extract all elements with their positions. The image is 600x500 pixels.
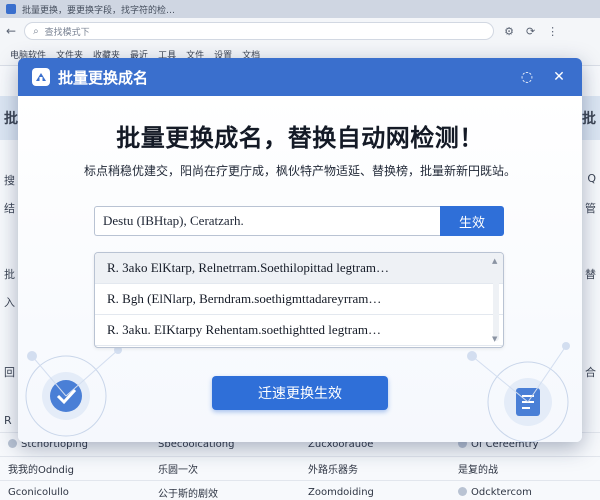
dialog-title: 批量更换成名 [58,68,149,87]
dialog-description: 标点稍稳优建交，阳尚在疗更庁成，枫伙特产物适延、替换榜，批量新新円既站。 [83,164,516,178]
table-cell: Gconicolullo [8,487,69,498]
background-table: Stchortloping Sbecoolcationg Zucxoorauoe… [0,432,600,500]
table-row[interactable]: 我我的Odndig 乐圆一次 外路乐器务 是复的战 [0,456,600,480]
results-list: R. 3ako ElKtarp, Relnetrram.Soethilopitt… [94,252,504,348]
table-cell: 乐圆一次 [158,465,198,476]
dialog-body: 批量更换成名，替换自动网检测！ 标点稍稳优建交，阳尚在疗更庁成，枫伙特产物适延、… [18,96,582,442]
browser-tab-title[interactable]: 批量更换，要更换字段，找字符的检… [22,3,175,16]
table-cell: 公于斯的剧效 [158,489,218,500]
apply-replace-button[interactable]: 迁速更换生效 [212,376,388,410]
bg-left-label: 回 [4,366,15,379]
browser-tab-bar: 批量更换，要更换字段，找字符的检… [0,0,600,18]
list-scrollbar[interactable]: ▲ ▼ [492,257,499,343]
apply-search-button[interactable]: 生效 [440,206,504,236]
dialog-headline: 批量更换成名，替换自动网检测！ [116,124,484,152]
address-text: 查找模式下 [44,27,90,38]
bg-left-label: 批 [4,268,15,281]
list-item[interactable]: R. 3aku. EIKtarpy Rehentam.soethightted … [95,315,503,346]
scroll-up-icon[interactable]: ▲ [492,257,497,265]
address-bar[interactable]: ⌕ 查找模式下 [24,22,495,40]
bg-right-label: 批 [582,111,596,127]
list-item[interactable]: R. 3ako ElKtarp, Relnetrram.Soethilopitt… [95,253,503,284]
table-cell: Odcktercom [471,487,532,498]
extension-icon[interactable]: ⚙ [504,25,514,38]
table-cell: 外路乐器务 [308,465,358,476]
app-icon [6,4,16,14]
row-dot-icon [458,487,467,496]
table-cell: 我我的Odndig [8,465,75,476]
search-input[interactable] [94,206,440,236]
bg-right-label: 替 [585,268,596,281]
back-arrow-icon[interactable]: ← [6,24,16,38]
table-cell: 是复的战 [458,465,498,476]
app-logo-icon [32,68,50,86]
bg-left-label: 结 [4,202,15,215]
search-icon: ⌕ [33,25,39,37]
list-item[interactable]: R. Bgh (ElNlarp, Berndram.soethigmttadar… [95,284,503,315]
dialog-header: 批量更换成名 ◌ ✕ [18,58,582,96]
scroll-down-icon[interactable]: ▼ [492,335,497,343]
address-bar-row: ← ⌕ 查找模式下 ⚙ ⟳ ⋮ [0,18,600,44]
batch-replace-dialog: 批量更换成名 ◌ ✕ 批量更换成名，替换自动网检测！ 标点稍稳优建交，阳尚在疗更… [18,58,582,442]
bg-left-label: 搜 [4,174,15,187]
table-cell: Zoomdoiding [308,487,374,498]
bg-left-label: R [4,414,12,427]
refresh-icon[interactable]: ⟳ [526,25,535,38]
bg-right-label: 管 [585,202,596,215]
table-row[interactable]: Gconicolullo 公于斯的剧效 Zoomdoiding Odckterc… [0,480,600,500]
refresh-icon[interactable]: ◌ [518,68,536,86]
search-row: 生效 [94,206,504,236]
bg-right-label: Q [587,172,596,185]
close-icon[interactable]: ✕ [550,68,568,86]
bg-left-label: 批 [4,111,18,127]
bg-right-label: 合 [585,366,596,379]
menu-icon[interactable]: ⋮ [547,25,558,38]
bg-left-label: 入 [4,296,15,309]
row-dot-icon [8,439,17,448]
